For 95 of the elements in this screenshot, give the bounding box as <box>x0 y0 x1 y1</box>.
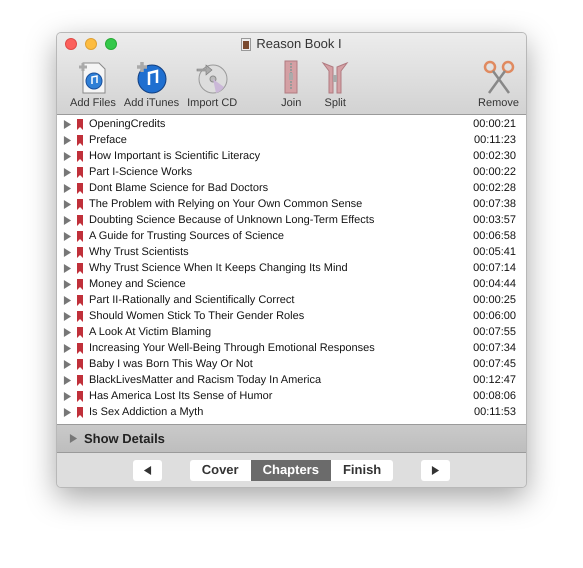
disclosure-triangle-icon[interactable] <box>69 434 78 443</box>
left-arrow-icon <box>142 466 152 474</box>
chapter-title: The Problem with Relying on Your Own Common Sense <box>89 196 362 212</box>
chapter-duration: 00:07:14 <box>473 260 516 276</box>
bookmark-icon <box>77 134 83 146</box>
bookmark-icon <box>77 390 83 402</box>
bookmark-icon <box>77 358 83 370</box>
toolbar-button[interactable]: Add iTunes <box>122 59 180 110</box>
disclosure-triangle-icon[interactable] <box>63 216 72 224</box>
bookmark-icon <box>77 374 83 386</box>
chapter-duration: 00:06:58 <box>473 228 516 244</box>
chapter-duration: 00:06:00 <box>473 308 516 324</box>
disclosure-triangle-icon[interactable] <box>63 152 72 160</box>
chapter-duration: 00:08:06 <box>473 388 516 404</box>
bookmark-icon <box>77 118 83 130</box>
bookmark-icon <box>77 198 83 210</box>
chapter-title: Is Sex Addiction a Myth <box>89 404 204 420</box>
window-title: Reason Book I <box>256 35 342 54</box>
disclosure-triangle-icon[interactable] <box>63 120 72 128</box>
bookmark-icon <box>77 294 83 306</box>
step-tab[interactable]: Cover <box>190 460 251 480</box>
previous-button[interactable] <box>132 460 162 480</box>
bookmark-icon <box>77 310 83 322</box>
chapter-duration: 00:05:41 <box>473 244 516 260</box>
bookmark-icon <box>77 406 83 418</box>
disclosure-triangle-icon[interactable] <box>63 264 72 272</box>
chapter-title: Baby I was Born This Way Or Not <box>89 356 253 372</box>
bookmark-icon <box>77 230 83 242</box>
chapter-duration: 00:11:23 <box>474 132 516 148</box>
chapter-title: Why Trust Science When It Keeps Changing Its Mind <box>89 260 348 276</box>
chapter-title: Part I-Science Works <box>89 164 192 180</box>
chapter-duration: 00:02:30 <box>473 148 516 164</box>
step-tab[interactable]: Chapters <box>250 460 331 480</box>
chapter-title: Part II-Rationally and Scientifically Correct <box>89 292 294 308</box>
disclosure-triangle-icon[interactable] <box>63 136 72 144</box>
disclosure-triangle-icon[interactable] <box>63 168 72 176</box>
chapter-duration: 00:03:57 <box>473 212 516 228</box>
bookmark-icon <box>77 326 83 338</box>
chapter-duration: 00:02:28 <box>473 180 516 196</box>
toolbar-button[interactable]: Remove <box>477 59 520 110</box>
disclosure-triangle-icon[interactable] <box>63 360 72 368</box>
bookmark-icon <box>77 342 83 354</box>
bookmark-icon <box>77 278 83 290</box>
bookmark-icon <box>77 246 83 258</box>
chapter-title: Dont Blame Science for Bad Doctors <box>89 180 268 196</box>
chapter-duration: 00:07:45 <box>473 356 516 372</box>
disclosure-triangle-icon[interactable] <box>63 376 72 384</box>
chapter-title: Has America Lost Its Sense of Humor <box>89 388 272 404</box>
chapter-title: A Guide for Trusting Sources of Science <box>89 228 284 244</box>
chapter-duration: 00:00:22 <box>473 164 516 180</box>
disclosure-triangle-icon[interactable] <box>63 248 72 256</box>
chapter-duration: 00:07:34 <box>473 340 516 356</box>
disclosure-triangle-icon[interactable] <box>63 280 72 288</box>
bookmark-icon <box>77 150 83 162</box>
toolbar-button[interactable]: Split <box>316 59 354 110</box>
bookmark-icon <box>77 166 83 178</box>
disclosure-triangle-icon[interactable] <box>63 408 72 416</box>
chapter-duration: 00:07:38 <box>473 196 516 212</box>
chapter-title: Doubting Science Because of Unknown Long-Term Effects <box>89 212 374 228</box>
disclosure-triangle-icon[interactable] <box>63 328 72 336</box>
chapter-duration: 00:07:55 <box>473 324 516 340</box>
chapter-title: Increasing Your Well-Being Through Emotional Responses <box>89 340 375 356</box>
bookmark-icon <box>77 182 83 194</box>
disclosure-triangle-icon[interactable] <box>63 296 72 304</box>
disclosure-triangle-icon[interactable] <box>63 392 72 400</box>
chapter-title: Should Women Stick To Their Gender Roles <box>89 308 304 324</box>
disclosure-triangle-icon[interactable] <box>63 232 72 240</box>
next-button[interactable] <box>421 460 450 480</box>
chapter-duration: 00:12:47 <box>473 372 516 388</box>
show-details-toggle[interactable]: Show Details <box>84 428 165 448</box>
chapter-duration: 00:11:53 <box>474 404 516 420</box>
chapter-duration: 00:00:25 <box>473 292 516 308</box>
bookmark-icon <box>77 262 83 274</box>
chapter-title: Money and Science <box>89 276 186 292</box>
disclosure-triangle-icon[interactable] <box>63 200 72 208</box>
chapter-title: How Important is Scientific Literacy <box>89 148 260 164</box>
toolbar-button[interactable]: Add Files <box>69 59 117 110</box>
disclosure-triangle-icon[interactable] <box>63 312 72 320</box>
toolbar-button[interactable]: Import CD <box>186 59 238 110</box>
toolbar-button[interactable]: Join <box>272 59 310 110</box>
bookmark-icon <box>77 214 83 226</box>
zoom-window-icon[interactable] <box>105 38 117 50</box>
chapter-title: Preface <box>89 132 127 148</box>
disclosure-triangle-icon[interactable] <box>63 184 72 192</box>
chapter-duration: 00:04:44 <box>473 276 516 292</box>
book-icon <box>241 38 252 50</box>
chapter-title: OpeningCredits <box>89 116 166 132</box>
step-tab[interactable]: Finish <box>330 460 394 480</box>
chapter-duration: 00:00:21 <box>473 116 516 132</box>
right-arrow-icon <box>431 466 440 474</box>
chapter-title: Why Trust Scientists <box>89 244 189 260</box>
close-window-icon[interactable] <box>65 38 77 50</box>
chapter-title: BlackLivesMatter and Racism Today In America <box>89 372 322 388</box>
disclosure-triangle-icon[interactable] <box>63 344 72 352</box>
chapter-title: A Look At Victim Blaming <box>89 324 212 340</box>
